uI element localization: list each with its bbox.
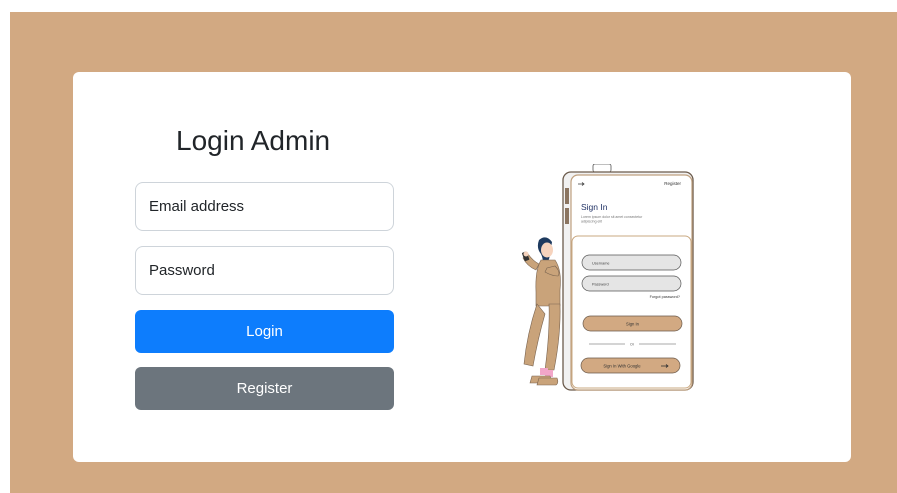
password-field[interactable] xyxy=(135,246,394,295)
person-illustration xyxy=(522,237,561,386)
illustration-forgot-link: Forgot password? xyxy=(650,295,680,299)
illustration-password: Password xyxy=(592,283,609,287)
illustration-heading: Sign In xyxy=(581,202,608,212)
page-title: Login Admin xyxy=(176,125,331,156)
illustration-signin-button: Sign In xyxy=(626,322,640,327)
illustration-google-button: Sign In With Google xyxy=(603,364,641,369)
phone-illustration: Register Sign In Lorem ipsum dolor sit a… xyxy=(562,164,694,391)
email-field[interactable] xyxy=(135,182,394,231)
illustration-subtext-1: Lorem ipsum dolor sit amet consectetur xyxy=(581,215,643,219)
illustration-username: Username xyxy=(592,262,610,266)
register-button[interactable]: Register xyxy=(135,367,394,410)
login-button[interactable]: Login xyxy=(135,310,394,353)
login-illustration: Register Sign In Lorem ipsum dolor sit a… xyxy=(522,164,694,391)
illustration-subtext-2: adipiscing elit xyxy=(581,220,602,224)
illustration-register-link: Register xyxy=(664,181,681,186)
